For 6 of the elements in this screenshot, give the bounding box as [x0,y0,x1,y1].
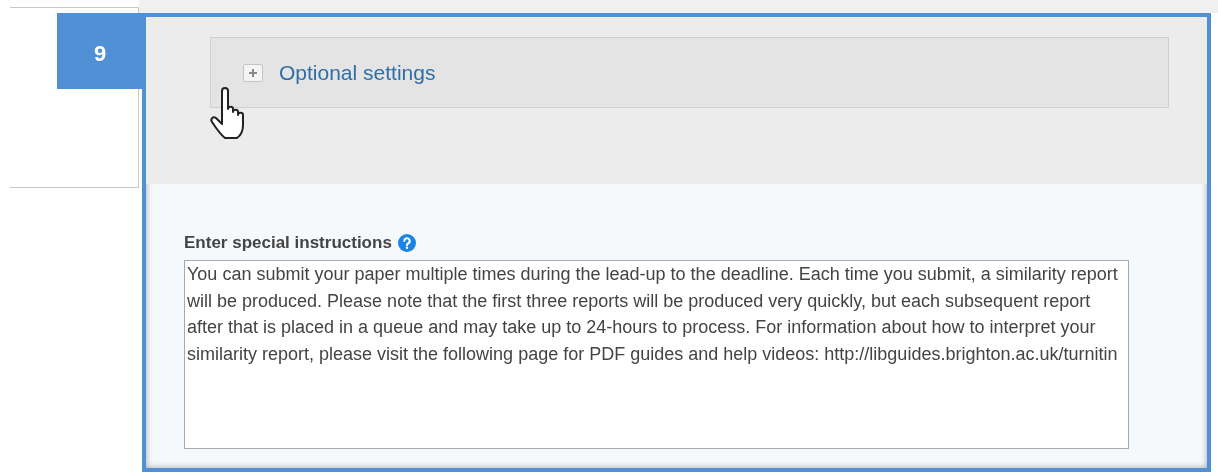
help-icon[interactable] [397,234,416,252]
optional-settings-toggle[interactable]: Optional settings [210,37,1169,108]
instructions-textarea[interactable]: You can submit your paper multiple times during the lead-up to the deadline. Each time you submit, a similarity report will be produced. Please note that the first three reports will be produced very quickly, but each subsequent report after that is placed in a queue and may take up to 24-hours to process. For information about how to interpret your similarity report, please visit the following page for PDF guides and help videos: http://libguides.brighton.ac.uk/turnitin [184,260,1129,449]
step-badge: 9 [57,13,143,89]
field-label: Enter special instructions [184,232,392,255]
plus-icon [243,63,263,82]
